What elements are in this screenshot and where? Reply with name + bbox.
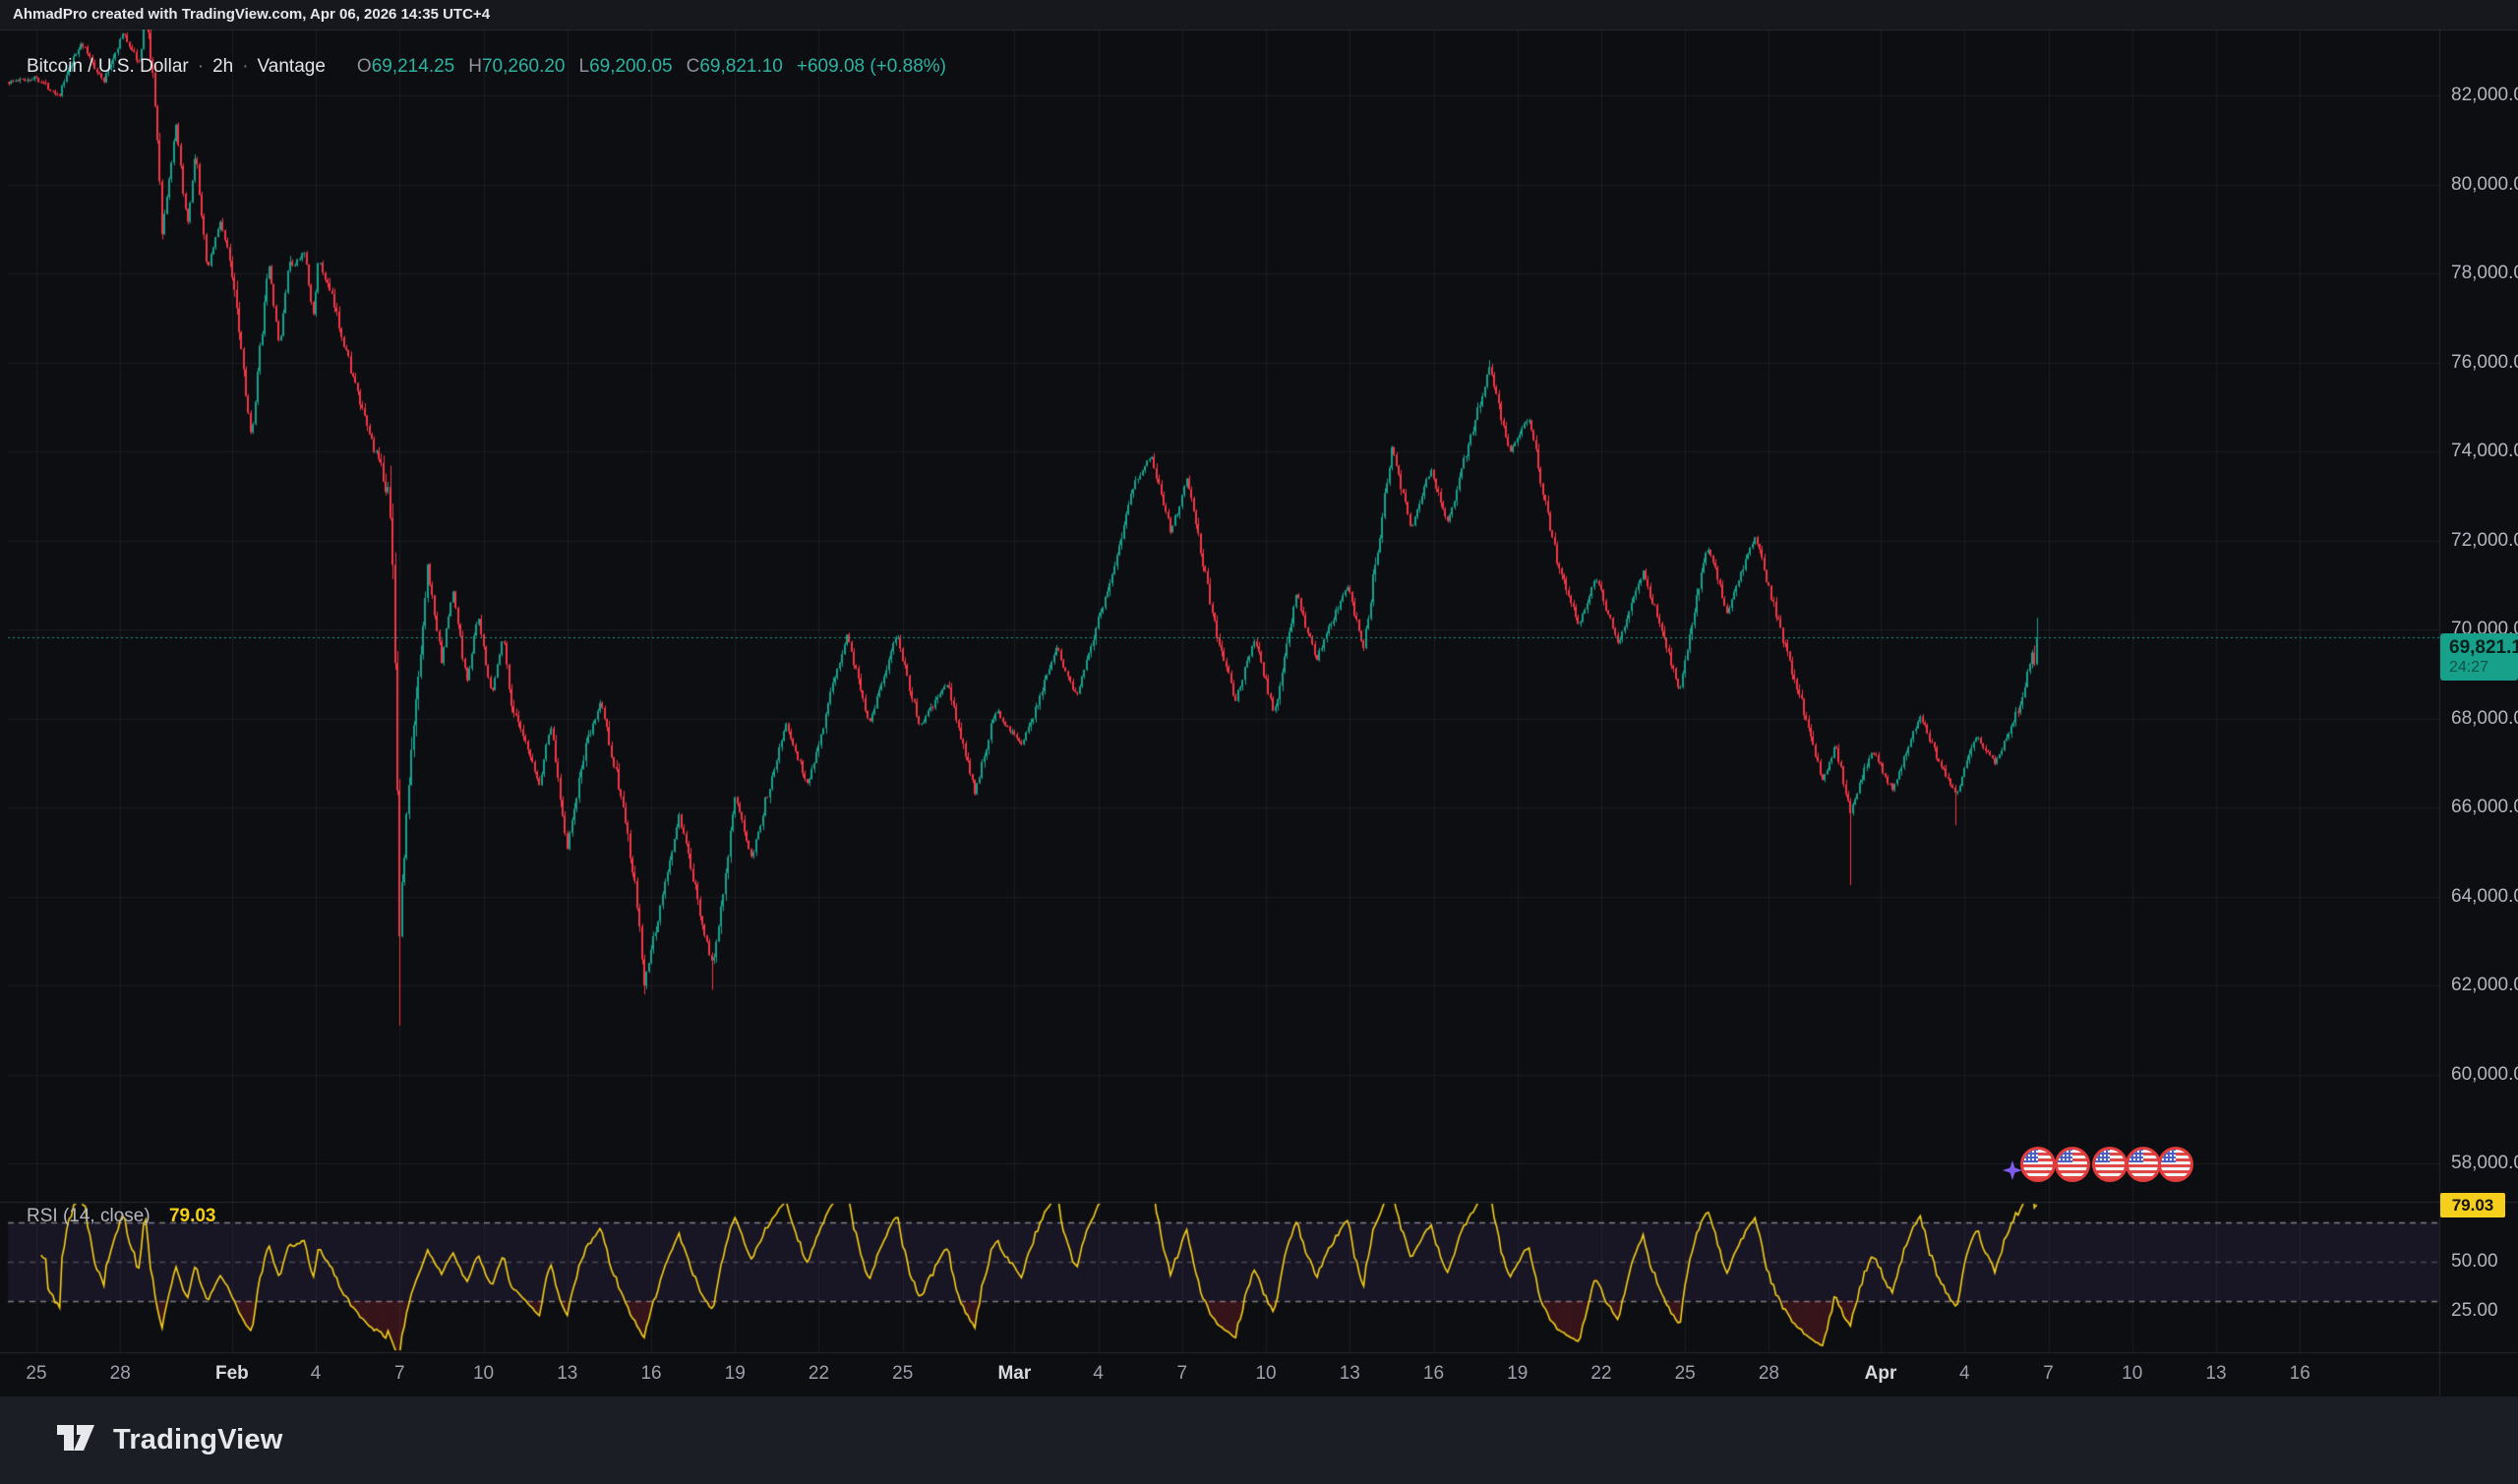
time-axis-label: 19 bbox=[725, 1363, 746, 1385]
price-axis-label: 76,000.00 bbox=[2451, 352, 2518, 374]
symbol-exchange: Vantage bbox=[258, 56, 326, 78]
us-flag-event-icon[interactable] bbox=[2055, 1147, 2090, 1182]
symbol-legend[interactable]: Bitcoin / U.S. Dollar · 2h · Vantage O69… bbox=[27, 56, 946, 78]
us-flag-event-icon[interactable] bbox=[2020, 1147, 2056, 1182]
price-axis-label: 82,000.00 bbox=[2451, 85, 2518, 106]
rsi-legend[interactable]: RSI (14, close) 79.03 bbox=[27, 1206, 216, 1227]
tradingview-logo-icon bbox=[55, 1418, 100, 1462]
time-axis-label: 22 bbox=[1590, 1363, 1611, 1385]
symbol-interval[interactable]: 2h bbox=[212, 56, 233, 78]
time-axis-label: 16 bbox=[2290, 1363, 2310, 1385]
time-axis-label: 13 bbox=[557, 1363, 577, 1385]
last-price-value: 69,821.10 bbox=[2449, 637, 2518, 658]
us-flag-event-icon[interactable] bbox=[2126, 1147, 2161, 1182]
price-axis-label: 64,000.00 bbox=[2451, 886, 2518, 908]
snapshot-attribution-bar: AhmadPro created with TradingView.com, A… bbox=[0, 0, 2518, 30]
price-axis-label: 58,000.00 bbox=[2451, 1153, 2518, 1174]
time-axis-label: 25 bbox=[1675, 1363, 1696, 1385]
rsi-params: (14, close) bbox=[63, 1206, 150, 1226]
ohlc-high: H70,260.20 bbox=[468, 56, 565, 78]
tradingview-chart-window: AhmadPro created with TradingView.com, A… bbox=[0, 0, 2518, 1484]
time-axis-label: 19 bbox=[1507, 1363, 1528, 1385]
legend-separator: · bbox=[198, 56, 204, 78]
time-axis-label: 13 bbox=[2205, 1363, 2226, 1385]
time-axis-label: 7 bbox=[1177, 1363, 1188, 1385]
time-axis-label: 10 bbox=[473, 1363, 494, 1385]
candle-countdown: 24:27 bbox=[2449, 658, 2518, 677]
price-axis-label: 78,000.00 bbox=[2451, 263, 2518, 284]
price-change: +609.08 (+0.88%) bbox=[797, 56, 946, 78]
time-axis-label: 4 bbox=[311, 1363, 322, 1385]
tradingview-logo[interactable]: TradingView bbox=[55, 1418, 283, 1462]
ohlc-open: O69,214.25 bbox=[357, 56, 454, 78]
us-flag-event-icon[interactable] bbox=[2092, 1147, 2128, 1182]
price-axis-label: 66,000.00 bbox=[2451, 797, 2518, 818]
ohlc-low: L69,200.05 bbox=[579, 56, 673, 78]
time-axis-label: Mar bbox=[997, 1363, 1031, 1385]
time-axis-label: 13 bbox=[1340, 1363, 1360, 1385]
price-axis-label: 72,000.00 bbox=[2451, 530, 2518, 552]
time-axis-label: 10 bbox=[1255, 1363, 1276, 1385]
time-axis-label: 25 bbox=[26, 1363, 46, 1385]
time-axis-label: 16 bbox=[640, 1363, 661, 1385]
price-axis-label: 60,000.00 bbox=[2451, 1064, 2518, 1086]
time-axis-label: 4 bbox=[1093, 1363, 1104, 1385]
footer-bar: TradingView bbox=[0, 1396, 2518, 1484]
price-chart-canvas[interactable] bbox=[0, 0, 2518, 1484]
sparkle-event-icon[interactable] bbox=[2003, 1160, 2022, 1180]
price-axis-label: 62,000.00 bbox=[2451, 975, 2518, 996]
symbol-title[interactable]: Bitcoin / U.S. Dollar bbox=[27, 56, 189, 78]
tradingview-logo-text: TradingView bbox=[113, 1424, 283, 1456]
time-axis-label: Apr bbox=[1865, 1363, 1897, 1385]
time-axis-label: 22 bbox=[809, 1363, 829, 1385]
ohlc-close: C69,821.10 bbox=[687, 56, 783, 78]
time-axis-label: 16 bbox=[1423, 1363, 1444, 1385]
rsi-value-badge: 79.03 bbox=[2440, 1193, 2505, 1217]
rsi-axis-label: 50.00 bbox=[2451, 1251, 2498, 1273]
rsi-title[interactable]: RSI bbox=[27, 1206, 58, 1226]
legend-separator: · bbox=[242, 56, 248, 78]
price-axis-label: 74,000.00 bbox=[2451, 441, 2518, 462]
price-axis-label: 68,000.00 bbox=[2451, 708, 2518, 730]
time-axis-label: 7 bbox=[2043, 1363, 2054, 1385]
time-axis-label: 28 bbox=[1759, 1363, 1779, 1385]
price-axis-label: 80,000.00 bbox=[2451, 174, 2518, 196]
rsi-current-value: 79.03 bbox=[169, 1206, 216, 1226]
us-flag-event-icon[interactable] bbox=[2158, 1147, 2193, 1182]
time-axis-label: 28 bbox=[110, 1363, 131, 1385]
time-axis-label: 7 bbox=[394, 1363, 405, 1385]
attribution-text: AhmadPro created with TradingView.com, A… bbox=[13, 6, 490, 23]
time-axis-label: 25 bbox=[892, 1363, 913, 1385]
last-price-label: 69,821.10 24:27 bbox=[2440, 633, 2518, 681]
time-axis-label: Feb bbox=[215, 1363, 249, 1385]
rsi-axis-label: 25.00 bbox=[2451, 1300, 2498, 1322]
time-axis-label: 10 bbox=[2122, 1363, 2142, 1385]
time-axis-label: 4 bbox=[1959, 1363, 1970, 1385]
